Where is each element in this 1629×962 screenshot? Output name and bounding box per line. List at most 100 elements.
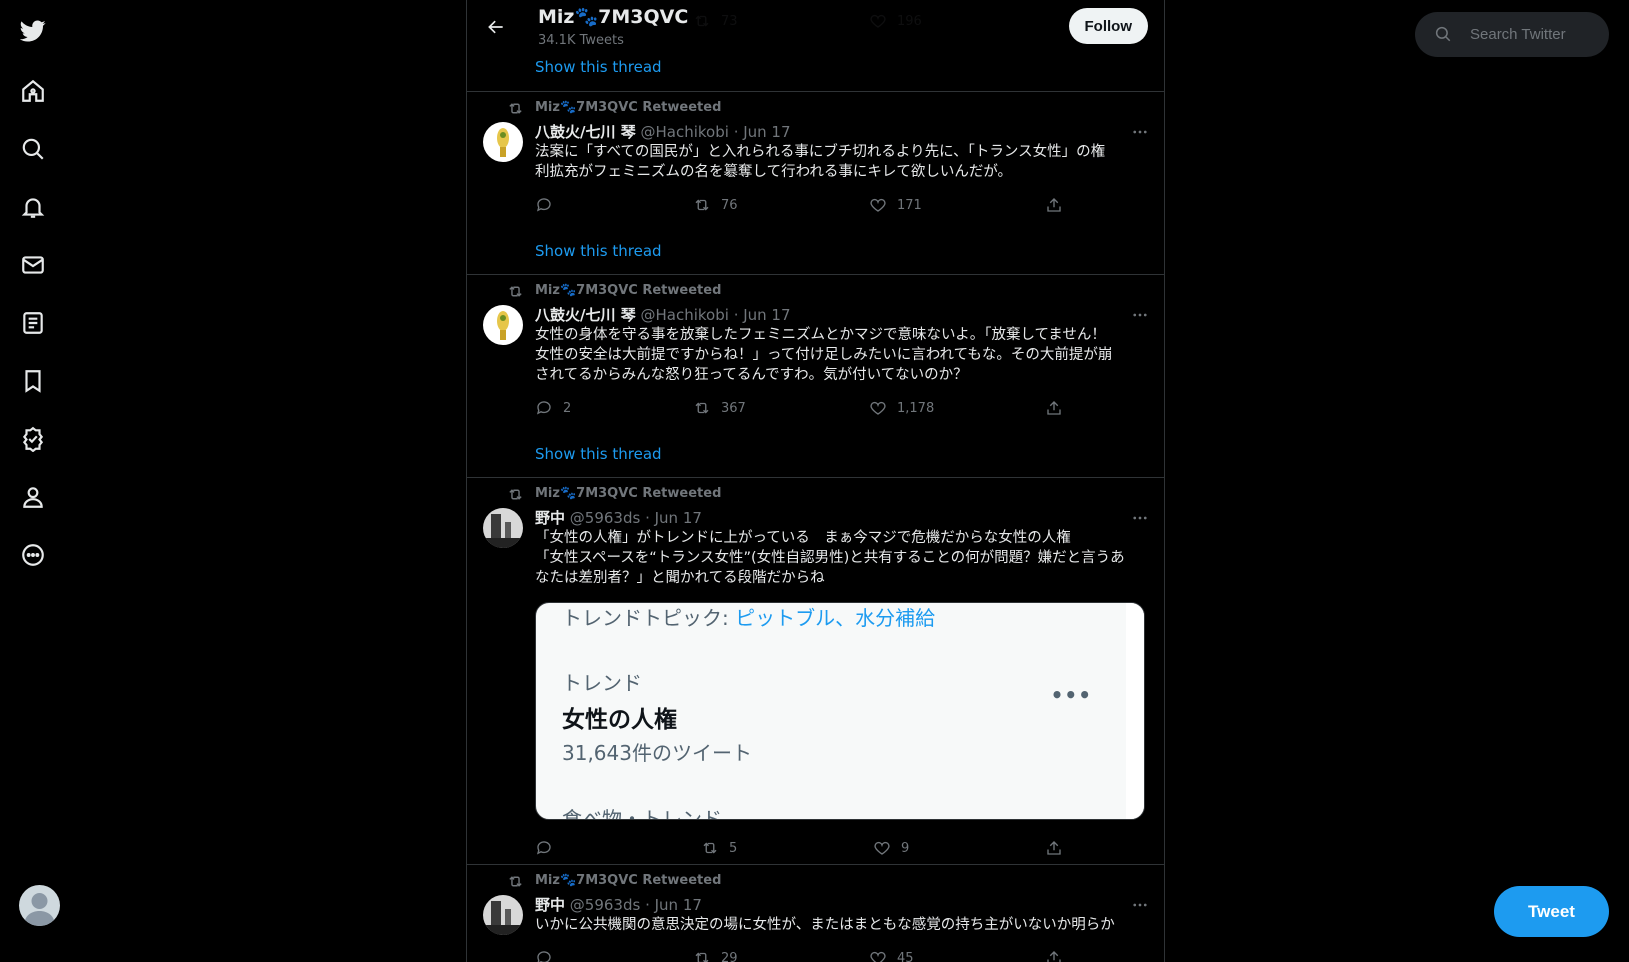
media-trend-count: 31,643件のツイート [562, 741, 752, 765]
media-trending-topics: トレンドトピック: ピットブル、水分補給 [562, 603, 936, 631]
search-icon [1435, 26, 1451, 42]
like-count: 45 [897, 950, 914, 962]
more-icon[interactable] [1130, 508, 1150, 528]
tweet-text: いかに公共機関の意思決定の場に女性が、またはまともな感覚の持ち主がいないか明らか [535, 917, 1115, 933]
author-name[interactable]: 八鼓火/七川 琴 [535, 123, 636, 141]
author-handle[interactable]: @Hachikobi [640, 306, 728, 324]
author-handle[interactable]: @5963ds [570, 509, 641, 527]
retweeted-icon [509, 103, 522, 114]
retweet-count: 367 [721, 400, 746, 416]
tweet-header: 野中 @5963ds · Jun 17 [535, 894, 702, 915]
search-box [1415, 12, 1609, 57]
retweet-button[interactable]: 76 [693, 196, 738, 214]
retweeted-by: Miz🐾7M3QVC Retweeted [535, 486, 722, 501]
retweeted-by: Miz🐾7M3QVC Retweeted [535, 283, 722, 298]
like-button[interactable]: 171 [869, 196, 922, 214]
tweet-actions: 76 171 [535, 196, 1065, 216]
tweet-header: 八鼓火/七川 琴 @Hachikobi · Jun 17 [535, 121, 791, 142]
author-handle[interactable]: @Hachikobi [640, 123, 728, 141]
like-button[interactable]: 9 [873, 839, 909, 857]
follow-button[interactable]: Follow [1068, 8, 1148, 44]
author-name[interactable]: 八鼓火/七川 琴 [535, 306, 636, 324]
like-button[interactable]: 45 [869, 949, 914, 962]
account-avatar[interactable] [19, 885, 60, 926]
tweet[interactable]: Miz🐾7M3QVC Retweeted 野中 @5963ds · Jun 17… [467, 864, 1164, 962]
retweeted-icon [509, 286, 522, 297]
media-trending-label: トレンドトピック: [562, 606, 729, 630]
author-handle[interactable]: @5963ds [570, 896, 641, 914]
tweet-media-image[interactable]: トレンドトピック: ピットブル、水分補給 トレンド 女性の人権 31,643件の… [535, 602, 1145, 820]
retweeted-by: Miz🐾7M3QVC Retweeted [535, 100, 722, 115]
twitter-logo-icon[interactable] [18, 16, 48, 46]
tweet-count: 34.1K Tweets [538, 33, 624, 48]
tweet-date[interactable]: · Jun 17 [734, 306, 791, 324]
reply-button[interactable] [535, 839, 563, 857]
share-button[interactable] [1045, 196, 1063, 214]
share-button[interactable] [1045, 399, 1063, 417]
author-avatar[interactable] [483, 122, 523, 162]
show-thread-link[interactable]: Show this thread [535, 242, 662, 260]
more-options-icon[interactable] [18, 540, 48, 570]
tweet-actions: 2 367 1,178 [535, 399, 1065, 419]
home-icon[interactable] [18, 76, 48, 106]
media-trending-links: ピットブル、水分補給 [735, 606, 936, 630]
share-button[interactable] [1045, 949, 1063, 962]
author-avatar[interactable] [483, 508, 523, 548]
retweeted-icon [509, 876, 522, 887]
media-trend-title: 女性の人権 [562, 707, 677, 733]
tweet-actions: 5 9 [535, 839, 1065, 859]
explore-icon[interactable] [18, 134, 48, 164]
retweet-count: 5 [729, 840, 738, 856]
reply-button[interactable]: 2 [535, 399, 571, 417]
like-button[interactable]: 1,178 [869, 399, 934, 417]
retweeted-by: Miz🐾7M3QVC Retweeted [535, 873, 722, 888]
retweet-count: 76 [721, 197, 738, 213]
reply-count: 2 [563, 400, 572, 416]
notifications-icon[interactable] [18, 192, 48, 222]
compose-tweet-button[interactable]: Tweet [1494, 886, 1609, 937]
profile-icon[interactable] [18, 482, 48, 512]
like-count: 171 [897, 197, 922, 213]
lists-icon[interactable] [18, 308, 48, 338]
verified-icon[interactable] [18, 424, 48, 454]
show-thread-link[interactable]: Show this thread [535, 58, 662, 76]
bookmarks-icon[interactable] [18, 366, 48, 396]
tweet-header: 八鼓火/七川 琴 @Hachikobi · Jun 17 [535, 304, 791, 325]
retweet-button[interactable]: 367 [693, 399, 746, 417]
reply-button[interactable] [535, 196, 563, 214]
more-icon[interactable] [1130, 305, 1150, 325]
more-icon[interactable] [1130, 895, 1150, 915]
show-thread-link[interactable]: Show this thread [535, 445, 662, 463]
tweet[interactable]: Miz🐾7M3QVC Retweeted 八鼓火/七川 琴 @Hachikobi… [467, 91, 1164, 275]
back-button[interactable] [481, 12, 511, 42]
author-name[interactable]: 野中 [535, 509, 565, 527]
author-name[interactable]: 野中 [535, 896, 565, 914]
retweeted-icon [509, 489, 522, 500]
retweet-count: 29 [721, 950, 738, 962]
profile-name: Miz🐾7M3QVC [538, 6, 689, 28]
tweet-text: 女性の身体を守る事を放棄したフェミニズムとかマジで意味ないよ。「放棄してません！… [535, 327, 1113, 383]
reply-button[interactable] [535, 949, 563, 962]
left-navigation [0, 0, 70, 962]
tweet-date[interactable]: · Jun 17 [645, 509, 702, 527]
tweet-text: 法案に「すべての国民が」と入れられる事にブチ切れるより先に、「トランス女性」の権… [535, 144, 1106, 180]
retweet-button[interactable]: 5 [701, 839, 737, 857]
author-avatar[interactable] [483, 305, 523, 345]
profile-header: Miz🐾7M3QVC 34.1K Tweets Follow [467, 0, 1164, 53]
tweet-date[interactable]: · Jun 17 [734, 123, 791, 141]
tweet[interactable]: Miz🐾7M3QVC Retweeted 野中 @5963ds · Jun 17… [467, 477, 1164, 865]
media-bottom-label: 食べ物・トレンド [562, 807, 722, 820]
tweet-date[interactable]: · Jun 17 [645, 896, 702, 914]
like-count: 9 [901, 840, 910, 856]
messages-icon[interactable] [18, 250, 48, 280]
search-input[interactable] [1470, 12, 1600, 57]
media-section-label: トレンド [562, 671, 642, 695]
tweet[interactable]: Miz🐾7M3QVC Retweeted 八鼓火/七川 琴 @Hachikobi… [467, 274, 1164, 478]
tweet-actions: 29 45 [535, 949, 1065, 962]
timeline-column: 73 196 Miz🐾7M3QVC 34.1K Tweets Follow Sh… [466, 0, 1165, 962]
more-icon[interactable] [1130, 122, 1150, 142]
like-count: 1,178 [897, 400, 935, 416]
author-avatar[interactable] [483, 895, 523, 935]
share-button[interactable] [1045, 839, 1063, 857]
retweet-button[interactable]: 29 [693, 949, 738, 962]
